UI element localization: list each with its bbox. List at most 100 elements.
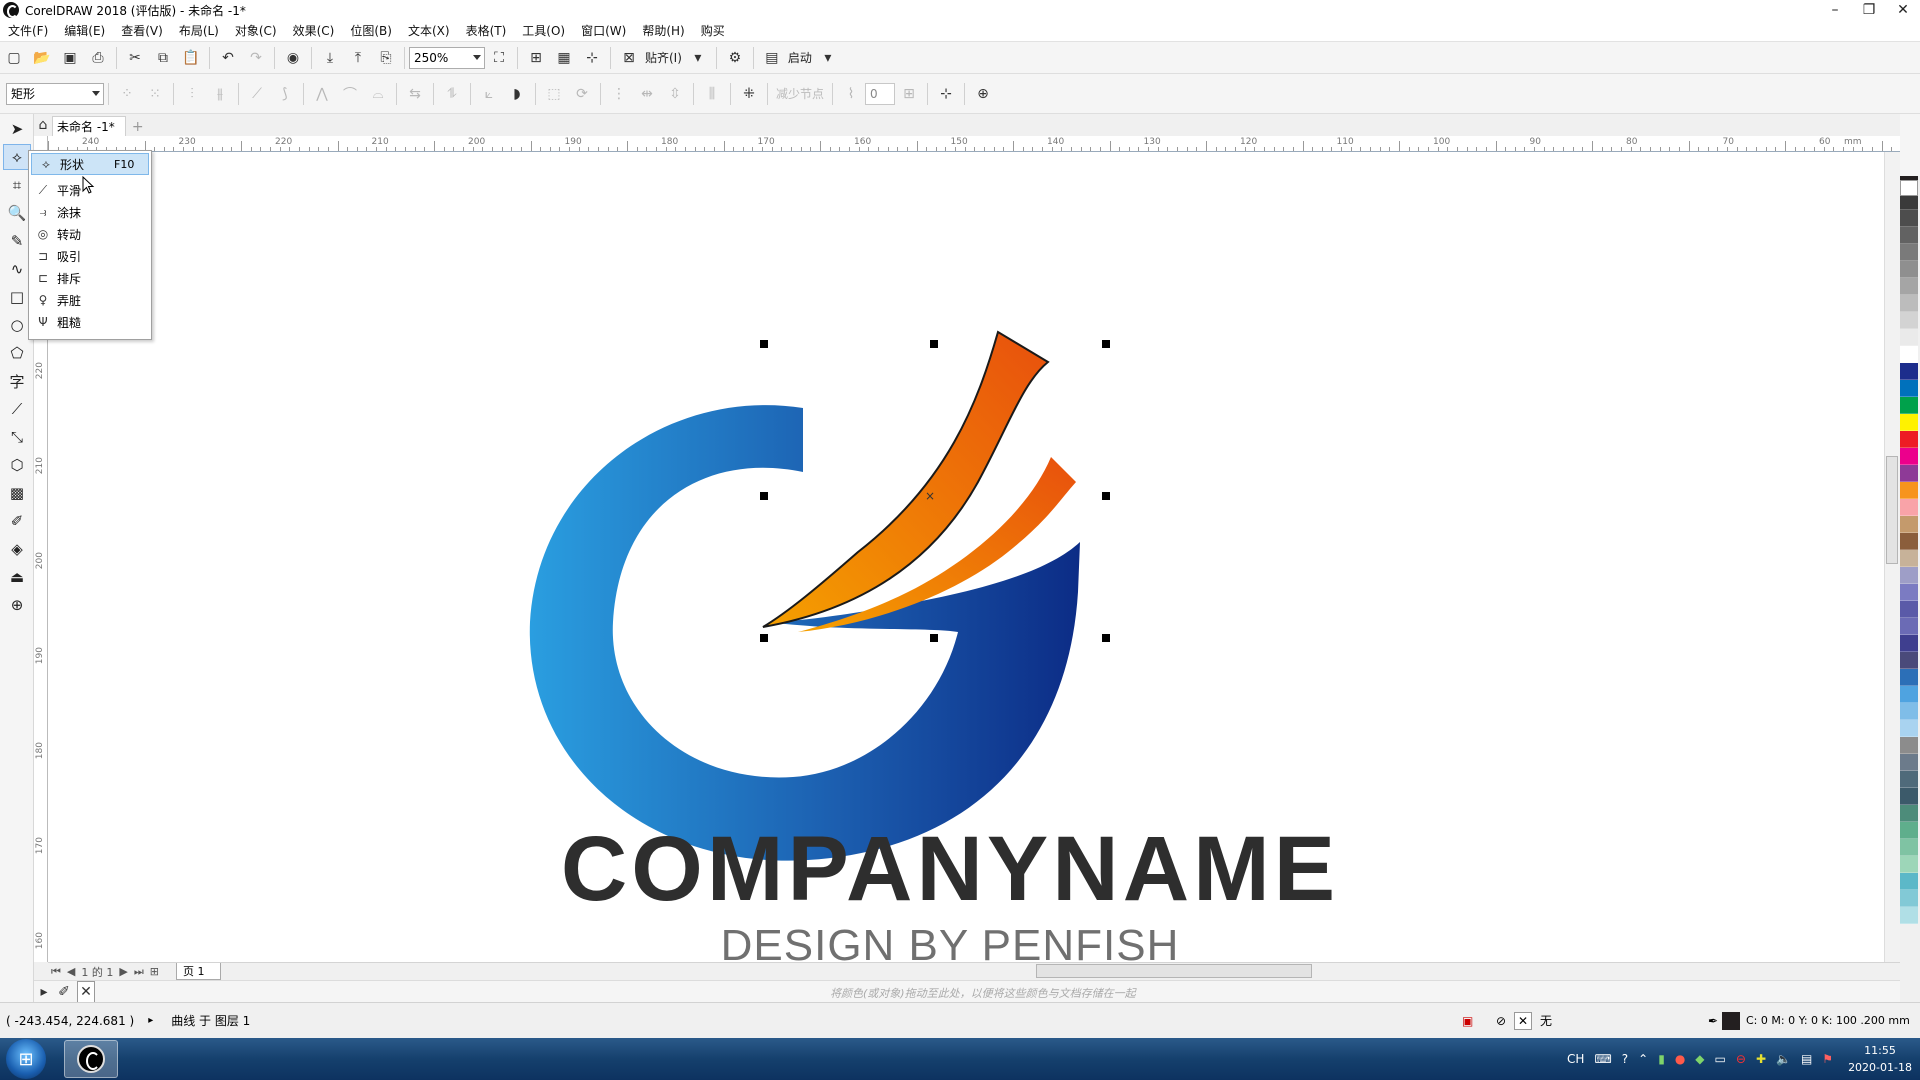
bounding-box-icon[interactable]: ⊹ (935, 83, 957, 105)
print-icon[interactable]: ⎙ (87, 47, 109, 69)
color-swatch[interactable] (1900, 550, 1918, 567)
color-swatch[interactable] (1900, 669, 1918, 686)
shield-icon[interactable]: ◆ (1695, 1052, 1704, 1066)
restore-button[interactable]: ❐ (1852, 0, 1886, 20)
add-page-icon[interactable]: ⊞ (150, 965, 159, 978)
menu-text[interactable]: 文本(X) (400, 20, 458, 42)
extrude-tool-icon[interactable]: ⬡ (3, 452, 31, 478)
color-swatch[interactable] (1900, 652, 1918, 669)
ellipse-tool-icon[interactable]: ○ (3, 312, 31, 338)
extend-curve-icon[interactable]: ⥮ (441, 83, 463, 105)
battery-icon[interactable]: ▮ (1658, 1052, 1665, 1066)
color-swatch[interactable] (1900, 397, 1918, 414)
color-swatch[interactable] (1900, 907, 1918, 924)
help-icon[interactable]: ? (1622, 1052, 1628, 1066)
volume-icon[interactable]: 🔈 (1776, 1052, 1791, 1066)
taskbar-coreldraw-button[interactable] (64, 1040, 118, 1078)
join-nodes-icon[interactable]: ⫶ (181, 83, 203, 105)
color-swatch[interactable] (1900, 278, 1918, 295)
add-toolbar-button-icon[interactable]: ⊕ (972, 83, 994, 105)
parallel-dimension-tool-icon[interactable]: ⟋ (3, 396, 31, 422)
color-swatch[interactable] (1900, 805, 1918, 822)
open-folder-icon[interactable]: 📂 (31, 47, 53, 69)
show-guidelines-icon[interactable]: ⊹ (581, 47, 603, 69)
close-button[interactable]: ✕ (1886, 0, 1920, 20)
search-content-icon[interactable]: ◉ (282, 47, 304, 69)
flyout-item-attract[interactable]: ⊐ 吸引 (29, 245, 151, 267)
eyedropper-tool-icon[interactable]: ✐ (3, 508, 31, 534)
minimize-button[interactable]: – (1818, 0, 1852, 20)
no-color-swatch-icon[interactable] (1900, 180, 1918, 196)
color-swatch[interactable] (1900, 720, 1918, 737)
color-swatch[interactable] (1900, 737, 1918, 754)
company-name-text[interactable]: COMPANYNAME (561, 818, 1339, 920)
text-tool-icon[interactable]: 字 (3, 368, 31, 394)
menu-edit[interactable]: 编辑(E) (56, 20, 113, 42)
color-swatch[interactable] (1900, 890, 1918, 907)
close-curve-icon[interactable]: ◗ (506, 83, 528, 105)
color-swatch[interactable] (1900, 567, 1918, 584)
chevron-down-icon[interactable]: ▾ (817, 47, 839, 69)
color-proof-icon[interactable]: ▣ (1462, 1014, 1473, 1028)
snap-to-button[interactable]: 贴齐(I) (645, 49, 682, 66)
menu-effects[interactable]: 效果(C) (285, 20, 343, 42)
tagline-text[interactable]: DESIGN BY PENFISH (721, 921, 1180, 962)
color-swatch[interactable] (1900, 754, 1918, 771)
color-swatch[interactable] (1900, 856, 1918, 873)
start-button[interactable]: ⊞ (6, 1039, 46, 1079)
to-line-icon[interactable]: ⟋ (246, 83, 268, 105)
copy-icon[interactable]: ⧉ (152, 47, 174, 69)
block-icon[interactable]: ⊖ (1736, 1052, 1746, 1066)
color-swatch[interactable] (1900, 788, 1918, 805)
menu-buy[interactable]: 购买 (693, 20, 733, 42)
break-curve-icon[interactable]: ⫵ (209, 83, 231, 105)
export-icon[interactable]: ⤒ (347, 47, 369, 69)
action-center-icon[interactable]: ⚑ (1822, 1052, 1833, 1066)
flyout-item-smudge[interactable]: ♀ 弄脏 (29, 289, 151, 311)
interactive-fill-tool-icon[interactable]: ◈ (3, 536, 31, 562)
logo-blue-swoosh[interactable] (529, 405, 1080, 861)
color-swatch[interactable] (1900, 261, 1918, 278)
mirror-vertical-icon[interactable]: ⇳ (664, 83, 686, 105)
page-tab[interactable]: 页 1 (175, 963, 222, 980)
security-icon[interactable]: ● (1675, 1052, 1685, 1066)
document-tab[interactable]: 未命名 -1* (52, 116, 126, 136)
color-swatch[interactable] (1900, 601, 1918, 618)
color-swatch[interactable] (1900, 499, 1918, 516)
options-gear-icon[interactable]: ⚙ (724, 47, 746, 69)
undo-icon[interactable]: ↶ (217, 47, 239, 69)
color-swatch[interactable] (1900, 618, 1918, 635)
color-swatch[interactable] (1900, 533, 1918, 550)
color-swatch[interactable] (1900, 380, 1918, 397)
publish-pdf-icon[interactable]: ⎘ (375, 47, 397, 69)
color-swatch[interactable] (1900, 363, 1918, 380)
elastic-mode-icon[interactable]: ⫼ (701, 83, 723, 105)
smooth-node-icon[interactable]: ⌒ (339, 83, 361, 105)
color-swatch[interactable] (1900, 584, 1918, 601)
paste-icon[interactable]: 📋 (180, 47, 202, 69)
reduce-nodes-button[interactable]: 减少节点 (776, 85, 824, 102)
reverse-direction-icon[interactable]: ⇆ (404, 83, 426, 105)
color-swatch[interactable] (1900, 516, 1918, 533)
snap-off-icon[interactable]: ⊠ (618, 47, 640, 69)
show-rulers-icon[interactable]: ⊞ (525, 47, 547, 69)
quick-customize-icon[interactable]: ⊕ (3, 592, 31, 618)
menu-table[interactable]: 表格(T) (458, 20, 515, 42)
menu-window[interactable]: 窗口(W) (573, 20, 634, 42)
color-swatch[interactable] (1900, 635, 1918, 652)
color-swatch[interactable] (1900, 431, 1918, 448)
color-swatch[interactable] (1900, 482, 1918, 499)
to-curve-icon[interactable]: ⟆ (274, 83, 296, 105)
launch-button[interactable]: 启动 (788, 49, 812, 66)
menu-view[interactable]: 查看(V) (113, 20, 171, 42)
curve-smoothness-input[interactable]: 0 (865, 82, 896, 105)
rotate-nodes-icon[interactable]: ⟳ (571, 83, 593, 105)
next-page-icon[interactable]: ▶ (119, 965, 127, 978)
flyout-item-smear[interactable]: ⥽ 涂抹 (29, 201, 151, 223)
show-grid-icon[interactable]: ▦ (553, 47, 575, 69)
palette-arrow-icon[interactable]: ▸ (37, 981, 51, 1003)
artistic-media-tool-icon[interactable]: ∿ (3, 256, 31, 282)
cut-icon[interactable]: ✂ (124, 47, 146, 69)
mirror-horizontal-icon[interactable]: ⇹ (636, 83, 658, 105)
menu-layout[interactable]: 布局(L) (171, 20, 227, 42)
